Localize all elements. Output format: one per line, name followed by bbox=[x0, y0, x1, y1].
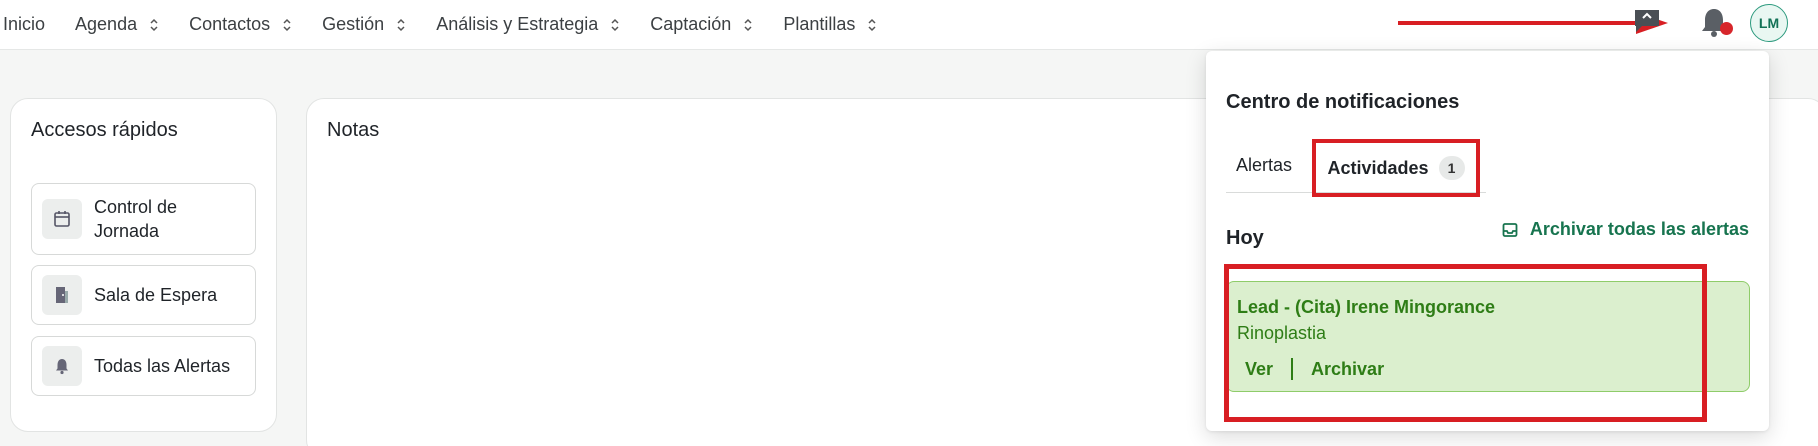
quick-access-title: Accesos rápidos bbox=[31, 119, 178, 141]
nav-item-inicio[interactable]: Inicio bbox=[3, 14, 45, 35]
top-right-actions: LM bbox=[1398, 0, 1818, 50]
main-nav: Inicio Agenda Contactos Gestión Análisis… bbox=[0, 0, 907, 49]
section-heading-hoy: Hoy bbox=[1226, 227, 1264, 249]
chevron-updown-icon bbox=[743, 16, 753, 34]
nav-item-agenda[interactable]: Agenda bbox=[75, 14, 159, 35]
archive-all-label: Archivar todas las alertas bbox=[1529, 219, 1749, 239]
calendar-icon bbox=[42, 199, 82, 239]
chevron-updown-icon bbox=[867, 16, 877, 34]
nav-item-captacion[interactable]: Captación bbox=[650, 14, 753, 35]
chat-icon[interactable] bbox=[1633, 8, 1661, 34]
chevron-updown-icon bbox=[396, 16, 406, 34]
panel-title: Centro de notificaciones bbox=[1226, 91, 1460, 113]
quick-access-card: Accesos rápidos Control de Jornada Sala … bbox=[10, 98, 277, 432]
nav-item-gestion[interactable]: Gestión bbox=[322, 14, 406, 35]
door-icon bbox=[42, 275, 82, 315]
quick-access-todas-alertas[interactable]: Todas las Alertas bbox=[31, 336, 256, 396]
user-avatar[interactable]: LM bbox=[1750, 4, 1788, 42]
quick-access-label: Sala de Espera bbox=[94, 285, 218, 305]
quick-access-label: Control de Jornada bbox=[94, 197, 178, 241]
nav-item-contactos[interactable]: Contactos bbox=[189, 14, 292, 35]
nav-item-plantillas[interactable]: Plantillas bbox=[783, 14, 877, 35]
chevron-updown-icon bbox=[282, 16, 292, 34]
inbox-icon bbox=[1502, 222, 1518, 237]
notification-dot bbox=[1720, 22, 1733, 35]
notification-center-panel: Centro de notificaciones Alertas Activid… bbox=[1206, 51, 1769, 431]
archive-all-button[interactable]: Archivar todas las alertas bbox=[1502, 219, 1749, 240]
quick-access-sala-espera[interactable]: Sala de Espera bbox=[31, 265, 256, 325]
annotation-highlight-notification bbox=[1224, 264, 1707, 422]
top-navbar: Inicio Agenda Contactos Gestión Análisis… bbox=[0, 0, 1818, 50]
notes-title: Notas bbox=[327, 119, 380, 141]
quick-access-label: Todas las Alertas bbox=[94, 356, 231, 376]
chevron-updown-icon bbox=[610, 16, 620, 34]
bell-icon bbox=[42, 346, 82, 386]
tab-alertas[interactable]: Alertas bbox=[1236, 155, 1292, 176]
annotation-highlight-tab bbox=[1312, 139, 1480, 197]
quick-access-control-jornada[interactable]: Control de Jornada bbox=[31, 183, 256, 255]
nav-item-analisis[interactable]: Análisis y Estrategia bbox=[436, 14, 620, 35]
chevron-updown-icon bbox=[149, 16, 159, 34]
